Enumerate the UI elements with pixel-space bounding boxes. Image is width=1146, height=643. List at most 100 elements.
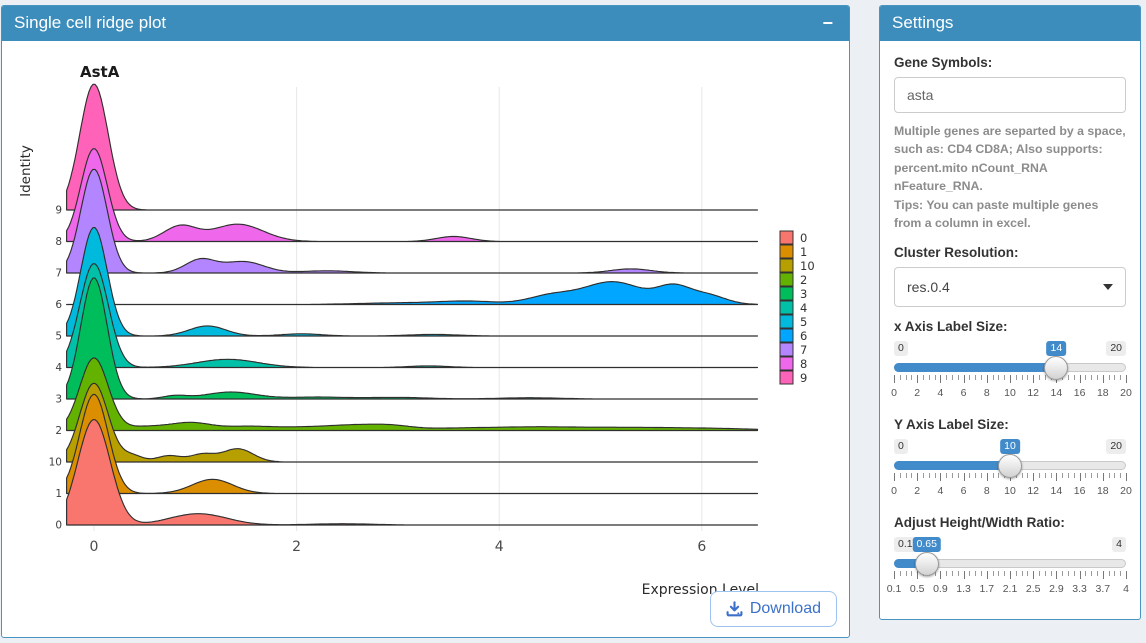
tick bbox=[1109, 571, 1110, 576]
tick bbox=[929, 473, 930, 478]
x_axis_label_size-ticks bbox=[894, 375, 1126, 384]
ridge-plot-chart: 987654321010AstAIdentity0246Expression L… bbox=[2, 41, 847, 601]
gene-symbols-input[interactable] bbox=[894, 77, 1126, 113]
y_axis_label_size-slider[interactable]: 0201002468101214161820 bbox=[894, 439, 1126, 503]
y-axis-title: Identity bbox=[18, 145, 34, 197]
tick bbox=[940, 571, 941, 579]
y-axis-row-label: 5 bbox=[55, 331, 62, 343]
legend-label: 2 bbox=[800, 273, 807, 287]
y-axis-row-label: 3 bbox=[55, 394, 62, 406]
gene-symbols-help-line2: Tips: You can paste multiple genes from … bbox=[894, 196, 1126, 233]
height_width_ratio-slider[interactable]: 0.140.650.10.50.91.31.72.12.52.93.33.74 bbox=[894, 537, 1126, 601]
legend-label: 10 bbox=[800, 259, 815, 273]
tick bbox=[923, 473, 924, 478]
y-axis-row-label: 8 bbox=[55, 236, 62, 248]
tick-label: 10 bbox=[1004, 387, 1016, 399]
settings-panel: Settings Gene Symbols: Multiple genes ar… bbox=[879, 5, 1141, 620]
legend-label: 1 bbox=[800, 245, 807, 259]
tick bbox=[1103, 571, 1104, 579]
y-axis-row-label: 10 bbox=[49, 457, 62, 469]
tick bbox=[1045, 375, 1046, 380]
app-layout: Single cell ridge plot − 987654321010Ast… bbox=[0, 0, 1146, 638]
tick-label: 20 bbox=[1120, 485, 1132, 497]
tick bbox=[1062, 473, 1063, 478]
tick bbox=[1097, 571, 1098, 576]
tick bbox=[1097, 375, 1098, 380]
tick bbox=[1010, 571, 1011, 579]
tick bbox=[981, 571, 982, 576]
tick bbox=[1120, 375, 1121, 380]
tick bbox=[946, 375, 947, 380]
tick bbox=[981, 473, 982, 478]
tick bbox=[894, 375, 895, 383]
x_axis_label_size-handle[interactable] bbox=[1044, 356, 1068, 380]
tick bbox=[975, 571, 976, 576]
tick bbox=[1022, 571, 1023, 576]
cluster-resolution-select[interactable]: res.0.4 bbox=[894, 267, 1126, 307]
cluster-resolution-label: Cluster Resolution: bbox=[894, 245, 1126, 260]
tick bbox=[1091, 473, 1092, 478]
y-axis-row-label: 6 bbox=[55, 299, 62, 311]
x_axis_label_size-fill bbox=[894, 363, 1056, 372]
tick bbox=[1004, 571, 1005, 576]
tick bbox=[1068, 375, 1069, 380]
x_axis_label_size-slider[interactable]: 0201402468101214161820 bbox=[894, 341, 1126, 405]
y_axis_label_size-handle[interactable] bbox=[998, 454, 1022, 478]
tick-label: 3.3 bbox=[1072, 583, 1087, 595]
tick-label: 16 bbox=[1074, 485, 1086, 497]
tick bbox=[923, 375, 924, 380]
tick bbox=[906, 375, 907, 380]
x-axis-tick-label: 0 bbox=[90, 539, 99, 555]
tick bbox=[1045, 571, 1046, 576]
tick bbox=[975, 375, 976, 380]
tick bbox=[975, 473, 976, 478]
tick bbox=[958, 571, 959, 576]
collapse-minus-icon[interactable]: − bbox=[818, 16, 837, 30]
tick bbox=[1027, 571, 1028, 576]
tick bbox=[987, 375, 988, 383]
tick bbox=[987, 473, 988, 481]
x_axis_label_size-max-label: 20 bbox=[1106, 341, 1126, 356]
ridge-plot-body: 987654321010AstAIdentity0246Expression L… bbox=[2, 41, 849, 637]
tick-label: 6 bbox=[961, 485, 967, 497]
tick bbox=[969, 571, 970, 576]
download-button[interactable]: Download bbox=[710, 591, 837, 627]
tick bbox=[935, 473, 936, 478]
tick bbox=[998, 571, 999, 576]
tick-label: 1.7 bbox=[979, 583, 994, 595]
tick bbox=[900, 571, 901, 576]
tick-label: 0 bbox=[891, 485, 897, 497]
tick bbox=[1056, 473, 1057, 481]
tick bbox=[946, 473, 947, 478]
height_width_ratio-max-label: 4 bbox=[1112, 537, 1126, 552]
slider-block-x_axis_label_size: x Axis Label Size:0201402468101214161820 bbox=[894, 319, 1126, 405]
tick bbox=[1085, 571, 1086, 576]
tick-label: 14 bbox=[1051, 387, 1063, 399]
tick bbox=[1033, 473, 1034, 481]
tick bbox=[1039, 571, 1040, 576]
height_width_ratio-handle[interactable] bbox=[915, 552, 939, 576]
x_axis_label_size-min-label: 0 bbox=[894, 341, 908, 356]
y-axis-row-label: 1 bbox=[55, 488, 62, 500]
tick bbox=[1085, 375, 1086, 380]
tick-label: 3.7 bbox=[1095, 583, 1110, 595]
tick-label: 0.9 bbox=[933, 583, 948, 595]
legend-label: 9 bbox=[800, 371, 807, 385]
gene-symbols-label: Gene Symbols: bbox=[894, 55, 1126, 70]
tick bbox=[952, 473, 953, 478]
tick bbox=[1022, 473, 1023, 478]
tick bbox=[958, 473, 959, 478]
tick bbox=[917, 375, 918, 383]
tick bbox=[952, 571, 953, 576]
tick bbox=[1010, 375, 1011, 383]
tick bbox=[935, 375, 936, 380]
sliders-root: x Axis Label Size:0201402468101214161820… bbox=[894, 319, 1126, 601]
tick bbox=[940, 375, 941, 383]
tick bbox=[1120, 571, 1121, 576]
tick-label: 0.5 bbox=[910, 583, 925, 595]
tick-label: 2.1 bbox=[1003, 583, 1018, 595]
settings-body: Gene Symbols: Multiple genes are separte… bbox=[880, 41, 1140, 619]
tick bbox=[1109, 473, 1110, 478]
tick bbox=[964, 473, 965, 481]
y_axis_label_size-value-badge: 10 bbox=[1000, 439, 1020, 454]
